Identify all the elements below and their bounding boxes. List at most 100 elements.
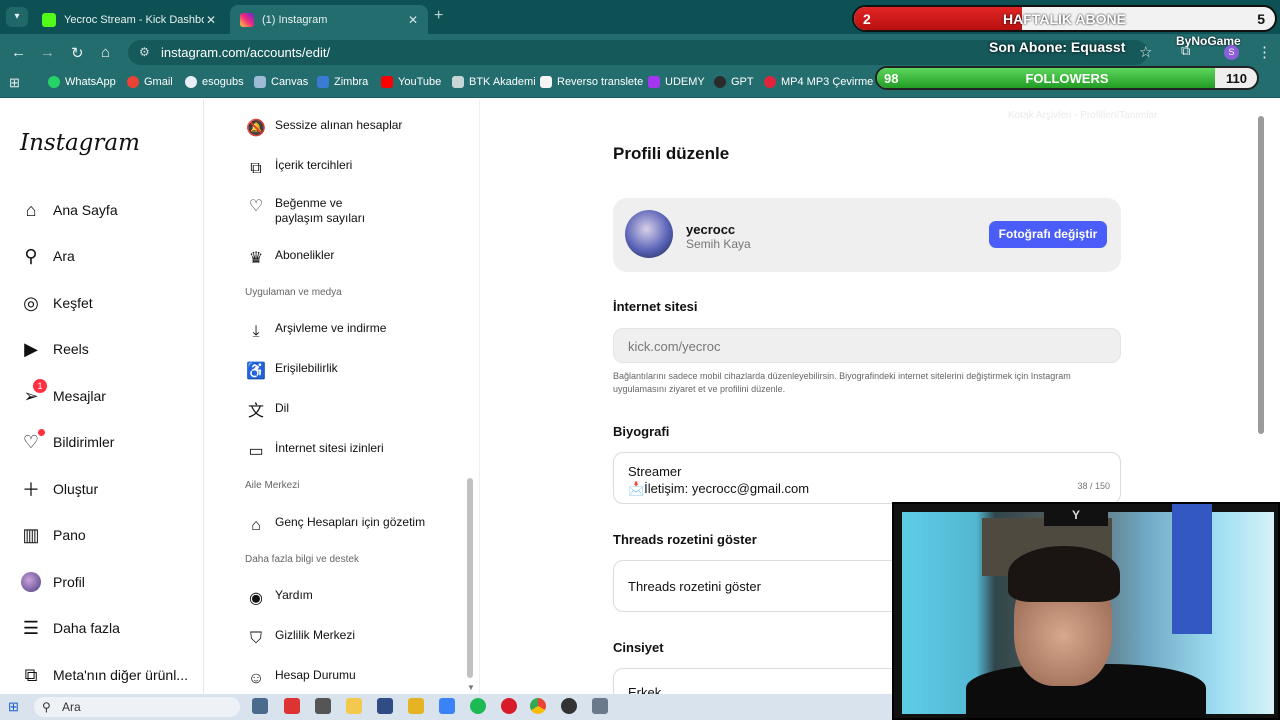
app-icon[interactable] — [592, 698, 608, 714]
nav-label: Keşfet — [53, 295, 93, 311]
star-bookmark-icon[interactable]: ☆ — [1139, 43, 1152, 61]
settings-label: İnternet sitesi izinleri — [275, 441, 384, 455]
bookmark-btk[interactable]: BTK Akademi — [452, 76, 536, 88]
settings-section-header: Daha fazla bilgi ve destek — [245, 554, 359, 565]
scroll-down-arrow-icon[interactable]: ▼ — [467, 683, 475, 692]
bio-line: 📩İletişim: yecrocc@gmail.com — [628, 481, 810, 496]
forward-icon[interactable]: → — [40, 44, 55, 61]
file-explorer-icon[interactable] — [346, 698, 362, 714]
udemy-icon — [648, 76, 660, 88]
profile-username: yecrocc — [686, 222, 736, 237]
app-icon[interactable] — [284, 698, 300, 714]
site-info-icon[interactable]: ⚙ — [139, 40, 150, 65]
tab-search-menu[interactable]: ▾ — [6, 7, 28, 27]
settings-muted-accounts[interactable]: 🔕 Sessize alınan hesaplar — [245, 118, 402, 138]
nav-notifications[interactable]: ♡ Bildirimler — [20, 429, 115, 453]
taskbar-search[interactable]: ⚲ Ara — [34, 697, 240, 717]
task-view-icon[interactable] — [252, 698, 268, 714]
kick-icon — [42, 12, 56, 27]
settings-archive-download[interactable]: ⤓ Arşivleme ve indirme — [245, 321, 386, 341]
change-photo-button[interactable]: Fotoğrafı değiştir — [989, 221, 1107, 248]
nav-search[interactable]: ⚲ Ara — [20, 245, 74, 267]
settings-accessibility[interactable]: ♿ Erişilebilirlik — [245, 361, 338, 381]
obs-icon[interactable] — [561, 698, 577, 714]
windows-start-icon[interactable]: ⊞ — [8, 699, 19, 715]
settings-label: Dil — [275, 401, 289, 415]
back-icon[interactable]: ← — [11, 44, 26, 61]
settings-like-counts[interactable]: ♡ Beğenme ve paylaşım sayıları — [245, 196, 385, 226]
nav-more[interactable]: ☰ Daha fazla — [20, 617, 120, 639]
browser-menu-icon[interactable]: ⋮ — [1257, 43, 1272, 61]
gender-label: Cinsiyet — [613, 640, 664, 655]
bookmark-esogubs[interactable]: esogubs — [185, 76, 244, 88]
last-sub-label: Son Abone: Equasst — [989, 39, 1126, 55]
bookmark-reverso[interactable]: Reverso translete — [540, 76, 643, 88]
app-icon[interactable] — [377, 698, 393, 714]
settings-website-permissions[interactable]: ▭ İnternet sitesi izinleri — [245, 441, 384, 461]
nav-dashboard[interactable]: ▥ Pano — [20, 524, 85, 546]
settings-account-status[interactable]: ☺ Hesap Durumu — [245, 668, 356, 688]
chrome-icon[interactable] — [530, 698, 546, 714]
close-tab-icon[interactable]: ✕ — [206, 13, 216, 27]
instagram-logo[interactable]: Instagram — [20, 130, 140, 156]
bookmark-whatsapp[interactable]: WhatsApp — [48, 76, 116, 88]
bookmark-label: UDEMY — [665, 76, 705, 88]
bookmark-zimbra[interactable]: Zimbra — [317, 76, 368, 88]
extensions-icon[interactable]: ⧉ — [1181, 43, 1190, 59]
lifebuoy-icon: ◉ — [249, 589, 263, 607]
opera-icon[interactable] — [501, 698, 517, 714]
meta-icon: ⧉ — [24, 664, 38, 685]
nav-home[interactable]: ⌂ Ana Sayfa — [20, 199, 118, 221]
website-label: İnternet sitesi — [613, 299, 698, 314]
bookmark-mp4mp3[interactable]: MP4 MP3 Çevirme — [764, 76, 873, 88]
search-icon: ⚲ — [24, 245, 38, 266]
nav-profile[interactable]: Profil — [20, 571, 85, 593]
settings-label: Yardım — [275, 588, 313, 602]
nav-label: Bildirimler — [53, 434, 115, 450]
nav-reels[interactable]: ▶ Reels — [20, 338, 89, 360]
settings-subscriptions[interactable]: ♛ Abonelikler — [245, 248, 335, 268]
spotify-icon[interactable] — [470, 698, 486, 714]
settings-language[interactable]: 文 Dil — [245, 401, 289, 421]
bookmark-gpt[interactable]: GPT — [714, 76, 754, 88]
nav-meta[interactable]: ⧉ Meta'nın diğer ürünl... — [20, 664, 188, 686]
close-tab-icon[interactable]: ✕ — [408, 13, 418, 27]
settings-label: Hesap Durumu — [275, 668, 356, 682]
bio-field[interactable]: Streamer 📩İletişim: yecrocc@gmail.com 38… — [613, 452, 1121, 504]
settings-content-preferences[interactable]: ⧉ İçerik tercihleri — [245, 158, 352, 178]
reload-icon[interactable]: ↻ — [71, 44, 84, 62]
app-icon[interactable] — [439, 698, 455, 714]
nav-explore[interactable]: ◎ Keşfet — [20, 292, 93, 314]
bookmark-udemy[interactable]: UDEMY — [648, 76, 705, 88]
sub-goal-target: 5 — [1257, 11, 1265, 27]
bookmark-canvas[interactable]: Canvas — [254, 76, 308, 88]
browser-profile-avatar[interactable]: S — [1224, 45, 1239, 60]
profile-card: yecrocc Semih Kaya Fotoğrafı değiştir — [613, 198, 1121, 272]
tab-kick[interactable]: Yecroc Stream - Kick Dashboard ✕ — [32, 5, 226, 34]
nav-messages[interactable]: ➢ 1 Mesajlar — [20, 379, 106, 407]
settings-scrollbar[interactable] — [467, 478, 473, 678]
profile-photo[interactable] — [625, 210, 673, 258]
apps-grid-icon[interactable]: ⊞ — [9, 75, 20, 91]
bookmark-label: Reverso translete — [557, 76, 644, 88]
bookmark-youtube[interactable]: YouTube — [381, 76, 441, 88]
nav-create[interactable]: ＋ Oluştur — [20, 478, 98, 500]
tab-instagram[interactable]: (1) Instagram ✕ — [230, 5, 428, 34]
followers-title: FOLLOWERS — [1025, 71, 1109, 86]
nav-label: Profil — [53, 574, 85, 590]
new-tab-icon[interactable]: + — [434, 7, 443, 25]
sticky-notes-icon[interactable] — [408, 698, 424, 714]
settings-label: Erişilebilirlik — [275, 361, 338, 375]
settings-teen-supervision[interactable]: ⌂ Genç Hesapları için gözetim — [245, 515, 425, 535]
settings-privacy-center[interactable]: ⛉ Gizlilik Merkezi — [245, 628, 355, 648]
btk-icon — [452, 76, 464, 88]
page-scroll-thumb[interactable] — [1258, 116, 1264, 434]
profile-fullname: Semih Kaya — [686, 237, 751, 251]
settings-help[interactable]: ◉ Yardım — [245, 588, 313, 608]
settings-gear-icon[interactable] — [315, 698, 331, 714]
home-browser-icon[interactable]: ⌂ — [101, 44, 110, 61]
bookmark-gmail[interactable]: Gmail — [127, 76, 173, 88]
faded-header-text: Kotak Arşivleri - Profilleri/Tanımlar — [1008, 110, 1158, 121]
page-title: Profili düzenle — [613, 144, 730, 163]
weekly-sub-goal-bar: 2 HAFTALIK ABONE 5 — [852, 5, 1277, 32]
